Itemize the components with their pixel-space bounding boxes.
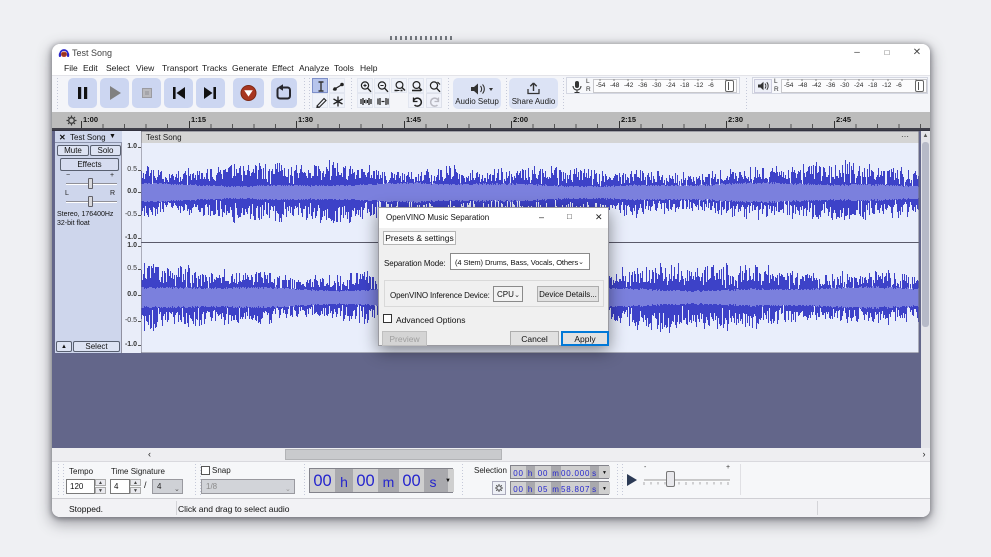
svg-text:⋯: ⋯ — [901, 132, 909, 141]
svg-text:Test Song: Test Song — [146, 133, 182, 142]
